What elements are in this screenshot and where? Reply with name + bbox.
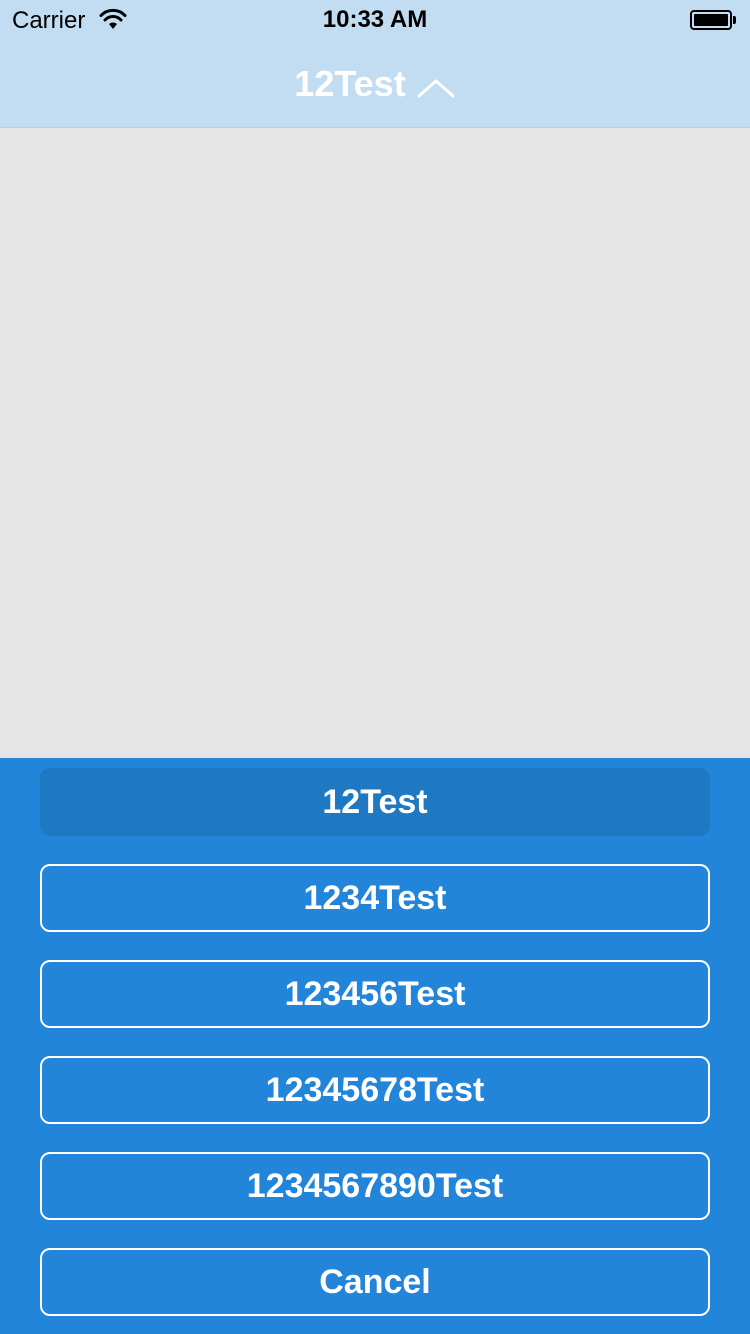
cancel-button[interactable]: Cancel [40,1248,710,1316]
option-1234test[interactable]: 1234Test [40,864,710,932]
clock: 10:33 AM [322,6,428,33]
nav-bar: 12Test [0,40,750,128]
option-123456test[interactable]: 123456Test [40,960,710,1028]
content-area [0,128,750,758]
battery-icon [690,10,736,30]
option-12345678test[interactable]: 12345678Test [40,1056,710,1124]
nav-title: 12Test [294,63,406,104]
option-12test[interactable]: 12Test [40,768,710,836]
title-dropdown-toggle[interactable]: 12Test [0,62,750,106]
status-bar: Carrier 10:33 AM [0,0,750,40]
option-1234567890test[interactable]: 1234567890Test [40,1152,710,1220]
chevron-up-icon [417,79,455,98]
selection-panel: 12Test 1234Test 123456Test 12345678Test … [0,758,750,1334]
screen: Carrier 10:33 AM 12Test 12Test 1234Test … [0,0,750,1334]
